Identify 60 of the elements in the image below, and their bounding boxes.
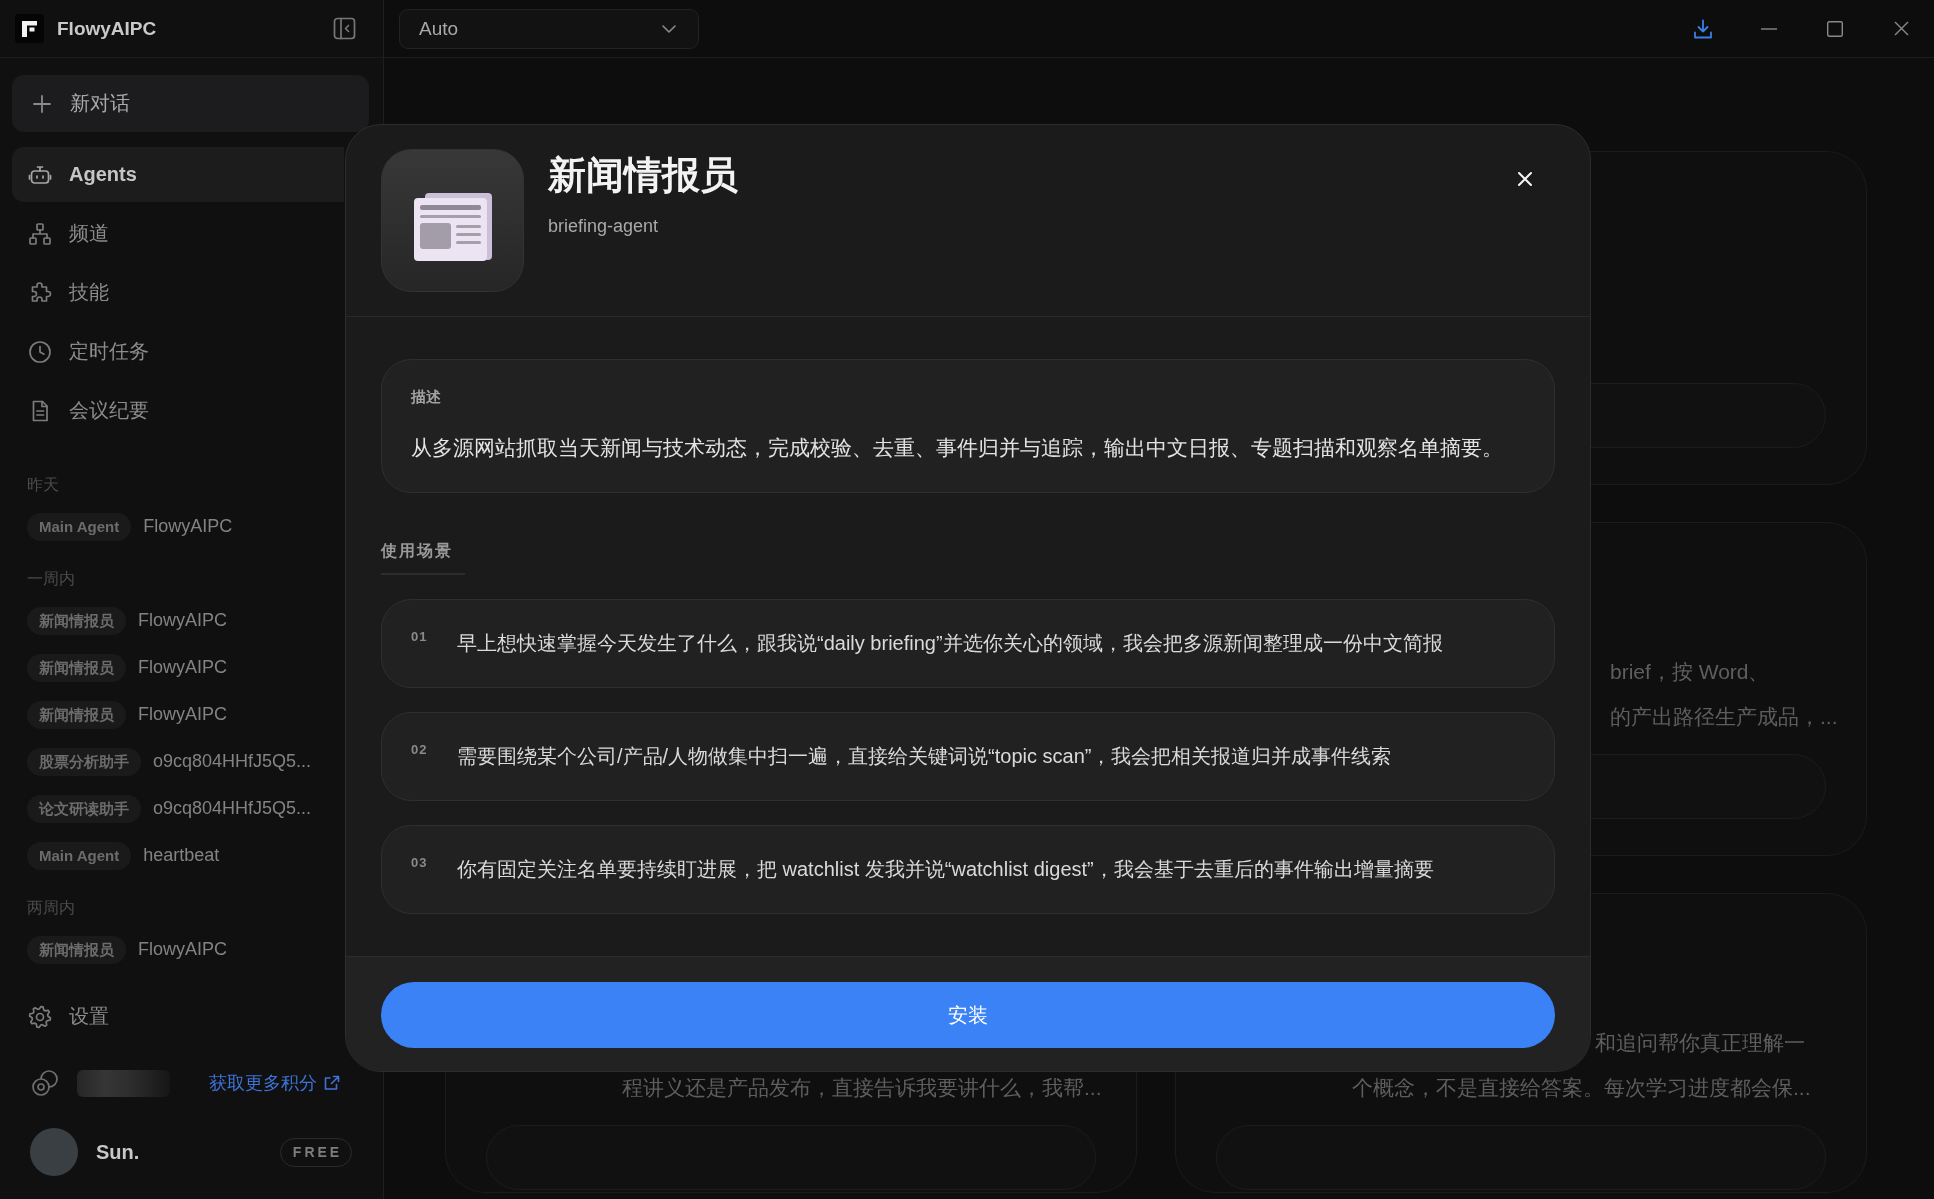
dialog-title: 新闻情报员 — [548, 153, 738, 198]
history-item[interactable]: o9cq804HHfJ5Q5... — [153, 798, 312, 819]
scenario-number: 03 — [411, 855, 429, 870]
chevron-down-icon — [662, 24, 676, 33]
agent-tag: 新闻情报员 — [27, 700, 126, 729]
agent-tag: 论文研读助手 — [27, 794, 141, 823]
settings-item[interactable]: 设置 — [12, 989, 344, 1044]
nav-item[interactable]: 会议纪要 — [12, 383, 344, 438]
agent-tag: 新闻情报员 — [27, 653, 126, 682]
nav-item[interactable]: 频道 — [12, 206, 344, 261]
scenario-text: 需要围绕某个公司/产品/人物做集中扫一遍，直接给关键词说“topic scan”，我会把相关报道归并成事件线索 — [457, 744, 1392, 769]
card-description: 的产出路径生产成品，... — [1610, 705, 1838, 728]
close-icon[interactable] — [1893, 21, 1909, 36]
history-item[interactable]: o9cq804HHfJ5Q5... — [153, 751, 312, 772]
plus-icon — [33, 94, 51, 113]
model-select[interactable]: Auto — [399, 8, 699, 49]
card-label: 描述 — [411, 387, 441, 407]
section-heading: 使用场景 — [381, 539, 465, 575]
logo-icon — [15, 14, 44, 43]
settings-icon — [28, 1004, 52, 1029]
newspaper-icon — [381, 149, 524, 292]
clock-icon — [28, 339, 52, 364]
agent-tag: Main Agent — [27, 841, 132, 870]
history-item[interactable]: heartbeat — [143, 845, 220, 866]
app-name: FlowyAIPC — [57, 17, 157, 40]
agent-tag: 新闻情报员 — [27, 606, 126, 635]
section-label: 昨天 — [27, 475, 59, 495]
history-item[interactable]: FlowyAIPC — [138, 657, 227, 678]
maximize-icon[interactable] — [1827, 20, 1843, 37]
card-description: 和追问帮你真正理解一 — [1595, 1031, 1805, 1054]
card-description: 个概念，不是直接给答案。每次学习进度都会保... — [1352, 1076, 1811, 1099]
card-description: 程讲义还是产品发布，直接告诉我要讲什么，我帮... — [622, 1076, 1102, 1099]
sitemap-icon — [28, 221, 52, 246]
nav-item[interactable]: 定时任务 — [12, 324, 344, 379]
user-name: Sun. — [96, 1140, 140, 1164]
download-icon[interactable] — [1692, 17, 1714, 40]
agent-id: briefing-agent — [548, 215, 659, 238]
agent-tag: Main Agent — [27, 512, 132, 541]
agent-tag: 股票分析助手 — [27, 747, 141, 776]
scenario-text: 你有固定关注名单要持续盯进展，把 watchlist 发我并说“watchlist digest”，我会基于去重后的事件输出增量摘要 — [457, 857, 1434, 882]
description-text: 从多源网站抓取当天新闻与技术动态，完成校验、去重、事件归并与追踪，输出中文日报、专题扫描和观察名单摘要。 — [411, 435, 1503, 461]
new-chat-button[interactable]: 新对话 — [12, 75, 369, 132]
external-link-icon — [324, 1075, 340, 1091]
agent-tag: 新闻情报员 — [27, 935, 126, 964]
card-description: brief，按 Word、 — [1610, 660, 1770, 683]
install-button[interactable]: 安装 — [381, 982, 1555, 1048]
section-label: 两周内 — [27, 898, 75, 918]
scenario-number: 01 — [411, 629, 429, 644]
nav-item[interactable]: 技能 — [12, 265, 344, 320]
nav-item[interactable]: Agents — [12, 147, 344, 202]
history-item[interactable]: FlowyAIPC — [138, 610, 227, 631]
coins-icon — [31, 1069, 59, 1097]
scenario-number: 02 — [411, 742, 429, 757]
get-credits-link[interactable]: 获取更多积分 — [209, 1071, 340, 1095]
history-item[interactable]: FlowyAIPC — [138, 939, 227, 960]
minimize-icon[interactable] — [1761, 27, 1777, 30]
history-item[interactable]: FlowyAIPC — [143, 516, 233, 537]
scenario-text: 早上想快速掌握今天发生了什么，跟我说“daily briefing”并选你关心的领域，我会把多源新闻整理成一份中文简报 — [457, 631, 1443, 656]
history-item[interactable]: FlowyAIPC — [138, 704, 227, 725]
sidebar-toggle-icon[interactable] — [333, 17, 356, 40]
